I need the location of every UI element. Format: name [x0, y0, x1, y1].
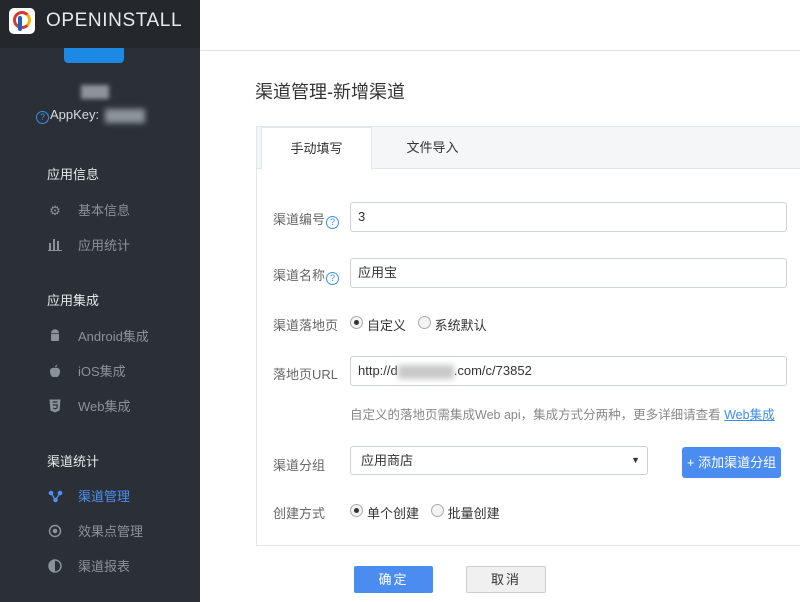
caret-down-icon: ▼ — [631, 455, 640, 465]
channel-name-input[interactable]: 应用宝 — [350, 258, 787, 288]
bar-chart-icon — [47, 238, 63, 254]
sidebar-item-label: 渠道报表 — [78, 559, 131, 574]
sidebar-item-android[interactable]: Android集成 — [47, 327, 197, 347]
tab-manual-entry[interactable]: 手动填写 — [261, 127, 372, 170]
sidebar-item-app-stats[interactable]: 应用统计 — [47, 236, 197, 256]
top-bar — [200, 0, 800, 51]
cancel-button[interactable]: 取消 — [466, 566, 546, 593]
sidebar-item-effect-points[interactable]: 效果点管理 — [47, 522, 197, 542]
pie-chart-icon — [47, 559, 63, 575]
sidebar: OPENINSTALL ? AppKey: 应用信息 ⚙ 基本信息 应用统计 应用… — [0, 0, 200, 602]
radio-batch-create[interactable]: 批量创建 — [430, 503, 500, 522]
help-icon[interactable]: ? — [326, 272, 340, 285]
channel-code-label: 渠道编号? — [273, 209, 340, 229]
sidebar-item-basic-info[interactable]: ⚙ 基本信息 — [47, 201, 197, 221]
sidebar-item-ios[interactable]: iOS集成 — [47, 362, 197, 382]
tab-bar: 手动填写 文件导入 — [257, 127, 800, 170]
landing-url-label: 落地页URL — [273, 367, 339, 382]
help-icon[interactable]: ? — [326, 216, 340, 229]
sidebar-item-label: 应用统计 — [78, 238, 131, 253]
form-panel: 手动填写 文件导入 — [256, 126, 800, 546]
channel-icon — [47, 489, 63, 505]
sidebar-item-label: iOS集成 — [78, 364, 126, 379]
sidebar-item-label: 渠道管理 — [78, 489, 131, 504]
appkey-row: ? AppKey: — [36, 107, 146, 124]
web-integration-link[interactable]: Web集成 — [724, 408, 774, 422]
appkey-value-redacted — [105, 108, 146, 123]
landing-page-label: 渠道落地页 — [273, 318, 339, 333]
radio-system-default[interactable]: 系统默认 — [417, 315, 487, 334]
add-channel-group-button[interactable]: + 添加渠道分组 — [682, 447, 781, 478]
html5-icon — [47, 399, 63, 415]
sidebar-item-channel-manage[interactable]: 渠道管理 — [47, 487, 197, 507]
openinstall-logo-icon — [9, 8, 35, 34]
channel-name-label: 渠道名称? — [273, 265, 340, 285]
channel-group-label: 渠道分组 — [273, 458, 326, 473]
create-mode-label: 创建方式 — [273, 506, 326, 521]
landing-page-radio-group: 自定义 系统默认 — [350, 315, 495, 334]
sidebar-item-web[interactable]: Web集成 — [47, 397, 197, 417]
sidebar-item-label: Web集成 — [78, 399, 131, 414]
nav-group-channel-stats: 渠道统计 — [47, 454, 100, 469]
create-mode-radio-group: 单个创建 批量创建 — [350, 503, 508, 522]
brand-name: OPENINSTALL — [46, 10, 183, 31]
channel-code-input[interactable]: 3 — [350, 202, 787, 232]
brand-bar: OPENINSTALL — [0, 0, 200, 48]
nav-group-integration: 应用集成 — [47, 293, 100, 308]
page-title: 渠道管理-新增渠道 — [255, 82, 405, 102]
sidebar-item-label: 基本信息 — [78, 203, 131, 218]
app-icon[interactable] — [64, 48, 124, 63]
appkey-label: AppKey: — [50, 107, 100, 122]
help-icon[interactable]: ? — [36, 111, 49, 124]
sidebar-item-label: Android集成 — [78, 329, 149, 344]
url-redacted — [397, 364, 454, 379]
landing-url-hint: 自定义的落地页需集成Web api，集成方式分两种，更多详细请查看 Web集成 — [350, 408, 775, 422]
tab-file-import[interactable]: 文件导入 — [372, 127, 493, 170]
nav-group-app-info: 应用信息 — [47, 167, 100, 182]
target-icon — [47, 524, 63, 540]
android-icon — [47, 329, 63, 345]
landing-url-input[interactable]: http://d .com/c/73852 — [350, 356, 787, 386]
radio-custom[interactable]: 自定义 — [350, 315, 406, 334]
apple-icon — [47, 364, 63, 380]
channel-group-select[interactable]: 应用商店 ▼ — [350, 446, 648, 475]
app-name-redacted — [81, 84, 109, 99]
sidebar-item-label: 效果点管理 — [78, 524, 144, 539]
confirm-button[interactable]: 确定 — [354, 566, 433, 593]
radio-single-create[interactable]: 单个创建 — [350, 503, 419, 522]
sidebar-item-channel-report[interactable]: 渠道报表 — [47, 557, 197, 577]
gear-icon: ⚙ — [49, 203, 61, 218]
